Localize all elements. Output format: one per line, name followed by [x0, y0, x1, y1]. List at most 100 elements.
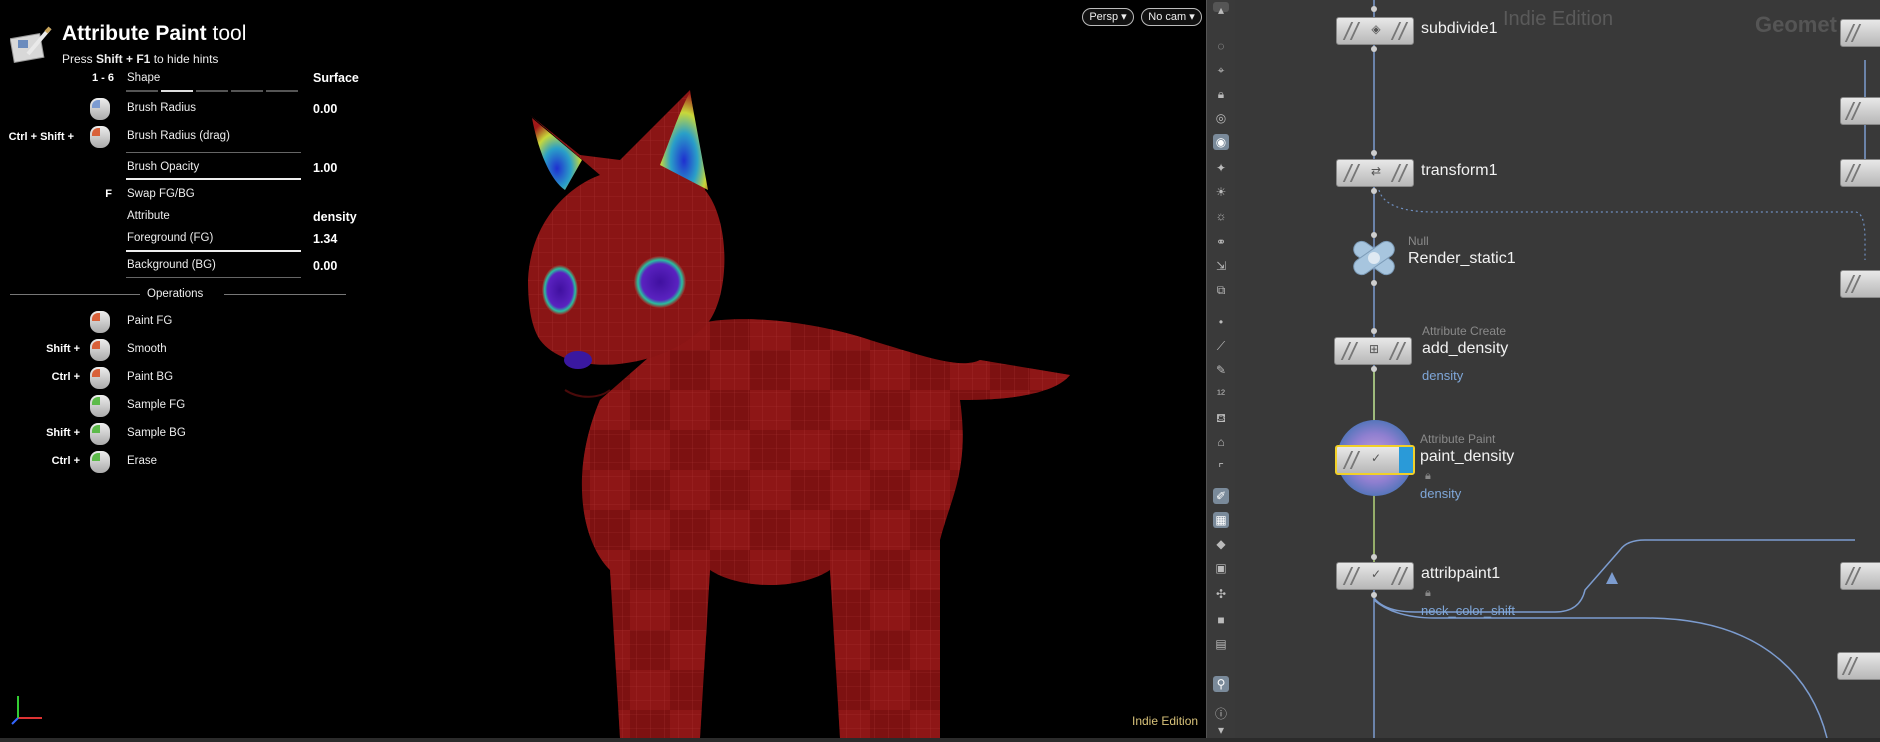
display-flag[interactable] [1399, 447, 1413, 473]
foreground-value[interactable]: 1.34 [313, 232, 337, 246]
mouse-icon [90, 423, 110, 445]
shape-selector[interactable] [126, 90, 301, 93]
node-output[interactable] [1371, 188, 1377, 194]
brush-radius-drag-hotkey: Ctrl + Shift + [8, 131, 74, 143]
node-type: Attribute Create [1422, 324, 1507, 338]
op-sample-fg: Sample FG [127, 399, 186, 411]
node-partial[interactable] [1840, 562, 1880, 590]
light-icon[interactable]: ✦ [1213, 160, 1229, 176]
mouse-icon [90, 98, 110, 120]
square-icon[interactable]: ■ [1213, 612, 1229, 628]
node-partial[interactable] [1840, 159, 1880, 187]
node-attribute: density [1422, 368, 1464, 383]
op-smooth-hotkey: Shift + [46, 343, 80, 355]
info-icon[interactable]: ⓘ [1213, 706, 1229, 722]
op-erase-hotkey: Ctrl + [51, 455, 80, 467]
scroll-up-icon[interactable]: ▴ [1213, 2, 1229, 17]
node-output[interactable] [1371, 592, 1377, 598]
tool-title: Attribute Paint tool [62, 22, 247, 45]
uv-icon[interactable]: ▣ [1213, 560, 1229, 576]
divider [126, 152, 301, 153]
attribute-label: Attribute [127, 210, 170, 222]
node-input[interactable] [1371, 328, 1377, 334]
mouse-icon [90, 395, 110, 417]
pin-icon[interactable]: ⚲ [1213, 676, 1229, 692]
mouse-icon [90, 451, 110, 473]
edge-icon[interactable]: ⟋ [1213, 338, 1229, 354]
attribute-value[interactable]: density [313, 210, 357, 224]
mouse-icon [90, 311, 110, 333]
stamp-icon[interactable]: ⌂ [1213, 434, 1229, 450]
divider [126, 277, 301, 278]
attribute-paint-icon: ✓ [1370, 567, 1382, 581]
brush-radius-value[interactable]: 0.00 [313, 102, 337, 116]
divider [224, 294, 346, 295]
node-input[interactable] [1371, 554, 1377, 560]
node-transform1[interactable]: ⇄ [1336, 159, 1414, 187]
node-partial[interactable] [1837, 652, 1880, 680]
background-value[interactable]: 0.00 [313, 259, 337, 273]
connect-icon[interactable]: ⚭ [1213, 234, 1229, 250]
divider [10, 294, 140, 295]
lock-icon: 🔒︎ [1425, 587, 1431, 599]
view-icon[interactable]: ◌ [1213, 38, 1229, 54]
node-output[interactable] [1371, 280, 1377, 286]
op-paint-fg: Paint FG [127, 315, 173, 327]
node-partial[interactable] [1840, 97, 1880, 125]
brush-radius-drag-label: Brush Radius (drag) [127, 130, 230, 142]
checker-icon[interactable]: ▦ [1213, 512, 1229, 528]
brush-icon[interactable]: ✎ [1213, 362, 1229, 378]
shape-value[interactable]: Surface [313, 71, 359, 85]
scene-viewport[interactable]: Attribute Paint tool Press Shift + F1 to… [0, 0, 1206, 738]
node-output[interactable] [1371, 46, 1377, 52]
node-add-density[interactable]: ⊞ [1334, 337, 1412, 365]
node-partial[interactable] [1840, 19, 1880, 47]
status-bar [0, 738, 1880, 742]
node-label: Render_static1 [1408, 250, 1516, 267]
node-attribpaint1[interactable]: ✓ [1336, 562, 1414, 590]
brush-opacity-value[interactable]: 1.00 [313, 161, 337, 175]
node-label: add_density [1422, 340, 1509, 357]
node-input[interactable] [1371, 6, 1377, 12]
op-paint-bg: Paint BG [127, 371, 174, 383]
display-icon[interactable]: ◉ [1213, 134, 1229, 150]
brush-opacity-slider[interactable] [126, 178, 301, 180]
network-editor[interactable]: Indie Edition Geomet ◈ subdivide1 ⇄ tran… [1235, 0, 1880, 738]
camera-menu[interactable]: No cam ▾ [1141, 8, 1202, 26]
snapping-icon[interactable]: ⌖ [1213, 62, 1229, 78]
null-node-icon[interactable] [1345, 236, 1403, 280]
node-input[interactable] [1371, 150, 1377, 156]
hide-hints-hint: Press Shift + F1 to hide hints [62, 52, 219, 66]
handle-icon[interactable]: ✣ [1213, 586, 1229, 602]
shape-label: Shape [127, 72, 161, 84]
group-icon[interactable]: ⧉ [1213, 282, 1229, 298]
node-paint-density[interactable]: ✓ [1335, 445, 1415, 475]
select-icon[interactable]: ⇲ [1213, 258, 1229, 274]
operations-header: Operations [147, 288, 204, 300]
attribute-create-icon: ⊞ [1368, 342, 1380, 356]
op-paint-bg-hotkey: Ctrl + [51, 371, 80, 383]
image-icon[interactable]: ▤ [1213, 636, 1229, 652]
light-bulb-icon[interactable]: ☀ [1213, 184, 1229, 200]
paint-tool-icon[interactable]: ✐ [1213, 488, 1229, 504]
node-label: subdivide1 [1421, 20, 1498, 37]
viewport-toolbar: ▴ ◌ ⌖ 🔒︎ ◎ ◉ ✦ ☀ ☼ ⚭ ⇲ ⧉ • ⟋ ✎ ¹² ⛾ ⌂ ⌜ … [1206, 0, 1236, 738]
scroll-down-icon[interactable]: ▾ [1213, 722, 1229, 737]
foreground-slider[interactable] [126, 250, 301, 252]
paint-bucket-icon[interactable]: ⛾ [1213, 410, 1229, 426]
corner-icon[interactable]: ⌜ [1213, 460, 1229, 476]
shade-icon[interactable]: ◆ [1213, 536, 1229, 552]
mouse-icon [90, 126, 110, 148]
op-sample-bg-hotkey: Shift + [46, 427, 80, 439]
number-icon[interactable]: ¹² [1213, 386, 1229, 402]
lock-icon[interactable]: 🔒︎ [1213, 86, 1229, 102]
mouse-icon [90, 367, 110, 389]
node-output[interactable] [1371, 366, 1377, 372]
node-partial[interactable] [1840, 270, 1880, 298]
headlight-icon[interactable]: ☼ [1213, 208, 1229, 224]
node-subdivide1[interactable]: ◈ [1336, 17, 1414, 45]
ghost-icon[interactable]: ◎ [1213, 110, 1229, 126]
persp-menu[interactable]: Persp ▾ [1082, 8, 1134, 26]
point-icon[interactable]: • [1213, 314, 1229, 330]
op-sample-bg: Sample BG [127, 427, 186, 439]
